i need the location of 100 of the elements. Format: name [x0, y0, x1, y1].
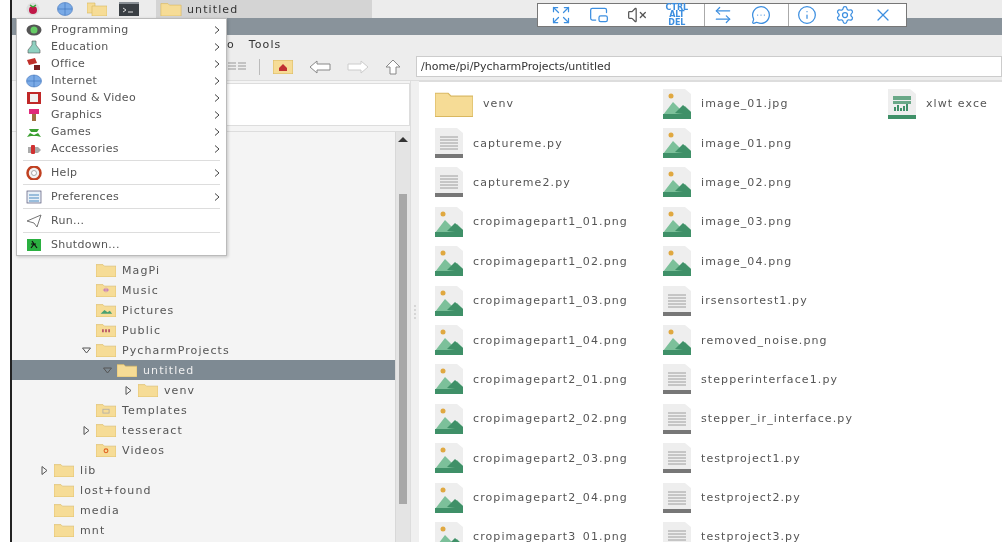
image-file-icon — [435, 364, 463, 395]
file-item[interactable]: testproject1.py — [663, 438, 888, 478]
back-arrow-icon — [309, 59, 331, 74]
file-item[interactable]: testproject3.py — [663, 517, 888, 542]
expanded-arrow-icon[interactable] — [81, 345, 91, 355]
file-item[interactable]: cropimagepart2_03.png — [435, 438, 663, 478]
text-file-icon — [435, 128, 463, 159]
menu-item[interactable]: o — [227, 37, 235, 51]
expanded-arrow-icon[interactable] — [102, 365, 112, 375]
folder-icon — [54, 463, 74, 477]
file-item[interactable]: cropimagepart1_04.png — [435, 320, 663, 360]
image-file-icon — [435, 246, 463, 277]
tree-item[interactable]: Public — [12, 320, 395, 340]
tree-item[interactable]: lost+found — [12, 480, 395, 500]
raspberry-icon[interactable] — [26, 2, 40, 16]
file-item[interactable]: irsensortest1.py — [663, 280, 888, 321]
image-file-icon — [435, 403, 463, 434]
file-item[interactable]: image_01.png — [663, 123, 888, 163]
spreadsheet-file-icon — [888, 88, 916, 119]
music-folder-icon — [96, 283, 116, 297]
file-item[interactable]: image_02.png — [663, 162, 888, 203]
file-item[interactable]: xlwt exce — [888, 84, 1002, 124]
lifebuoy-icon — [25, 165, 43, 180]
tree-item[interactable]: Videos — [12, 440, 395, 460]
image-file-icon — [435, 482, 463, 513]
folder-icon — [435, 90, 473, 118]
image-file-icon — [435, 325, 463, 356]
folder-icon — [117, 363, 137, 377]
collapsed-arrow-icon[interactable] — [123, 385, 133, 395]
file-item[interactable]: stepper_ir_interface.py — [663, 399, 888, 439]
menu-entry[interactable]: Programming — [17, 21, 226, 38]
text-file-icon — [663, 443, 691, 474]
scroll-up-arrow-icon[interactable] — [398, 136, 408, 142]
file-item[interactable]: testproject2.py — [663, 477, 888, 518]
tree-item[interactable]: venv — [12, 380, 395, 400]
file-item[interactable]: venv — [435, 84, 663, 124]
text-file-icon — [663, 482, 691, 513]
folder-icon — [96, 343, 116, 357]
file-item[interactable]: cropimagepart1_01.png — [435, 202, 663, 242]
expand-icon — [551, 5, 572, 25]
info-button[interactable] — [787, 4, 819, 26]
menu-entry[interactable]: Graphics — [17, 106, 226, 123]
menu-entry[interactable]: Help — [17, 164, 226, 181]
tree-item[interactable]: MagPi — [12, 260, 395, 280]
file-item[interactable]: cropimagepart1_03.png — [435, 280, 663, 321]
tree-item[interactable]: Pictures — [12, 300, 395, 320]
task-button[interactable]: untitled — [156, 0, 372, 18]
tree-item[interactable]: mnt — [12, 520, 395, 540]
menu-item[interactable]: Tools — [248, 37, 282, 51]
file-item[interactable]: stepperinterface1.py — [663, 359, 888, 400]
collapsed-arrow-icon[interactable] — [39, 465, 49, 475]
image-file-icon — [663, 167, 691, 198]
file-item[interactable]: image_01.jpg — [663, 84, 888, 124]
path-field[interactable]: /home/pi/PycharmProjects/untitled — [416, 56, 1002, 77]
file-item[interactable]: image_04.png — [663, 241, 888, 281]
menu-entry[interactable]: Games — [17, 123, 226, 140]
image-file-icon — [435, 206, 463, 237]
info-icon — [796, 5, 817, 25]
tree-item[interactable]: Templates — [12, 400, 395, 420]
image-file-icon — [435, 285, 463, 316]
tree-item[interactable]: lib — [12, 460, 395, 480]
menu-entry[interactable]: Accessories — [17, 140, 226, 157]
paper-plane-icon — [25, 213, 43, 228]
home-folder-icon — [273, 59, 293, 74]
videos-folder-icon — [96, 443, 116, 457]
file-item[interactable]: removed_noise.png — [663, 320, 888, 360]
collapsed-arrow-icon[interactable] — [81, 425, 91, 435]
file-item[interactable]: captureme.py — [435, 123, 663, 163]
file-item[interactable]: image_03.png — [663, 202, 888, 242]
globe-icon[interactable] — [57, 2, 73, 16]
menu-entry[interactable]: Office — [17, 55, 226, 72]
menu-entry[interactable]: Run... — [17, 212, 226, 229]
scrollbar[interactable] — [395, 132, 410, 542]
text-file-icon — [663, 364, 691, 395]
templates-folder-icon — [96, 403, 116, 417]
file-item[interactable]: cropimagepart2_02.png — [435, 399, 663, 439]
menu-entry[interactable]: Sound & Video — [17, 89, 226, 106]
preferences-icon — [25, 189, 43, 204]
file-item[interactable]: captureme2.py — [435, 162, 663, 203]
menu-entry[interactable]: Education — [17, 38, 226, 55]
image-file-icon — [435, 443, 463, 474]
file-item[interactable]: cropimagepart2_01.png — [435, 359, 663, 400]
list-view-icon — [228, 61, 246, 72]
file-item[interactable]: cropimagepart2_04.png — [435, 477, 663, 518]
tree-item[interactable]: Music — [12, 280, 395, 300]
tree-item[interactable]: media — [12, 500, 395, 520]
text-file-icon — [663, 285, 691, 316]
folder-icon — [54, 523, 74, 537]
menu-entry[interactable]: Internet — [17, 72, 226, 89]
tree-item[interactable]: PycharmProjects — [12, 340, 395, 360]
tree-item[interactable]: tesseract — [12, 420, 395, 440]
menu-entry[interactable]: Shutdown... — [17, 236, 226, 253]
public-folder-icon — [96, 323, 116, 337]
folder-icon — [54, 483, 74, 497]
file-item[interactable]: cropimagepart1_02.png — [435, 241, 663, 281]
folder-icon — [54, 503, 74, 517]
menu-entry[interactable]: Preferences — [17, 188, 226, 205]
terminal-icon[interactable] — [119, 2, 139, 16]
pictures-folder-icon — [96, 303, 116, 317]
image-file-icon — [663, 325, 691, 356]
